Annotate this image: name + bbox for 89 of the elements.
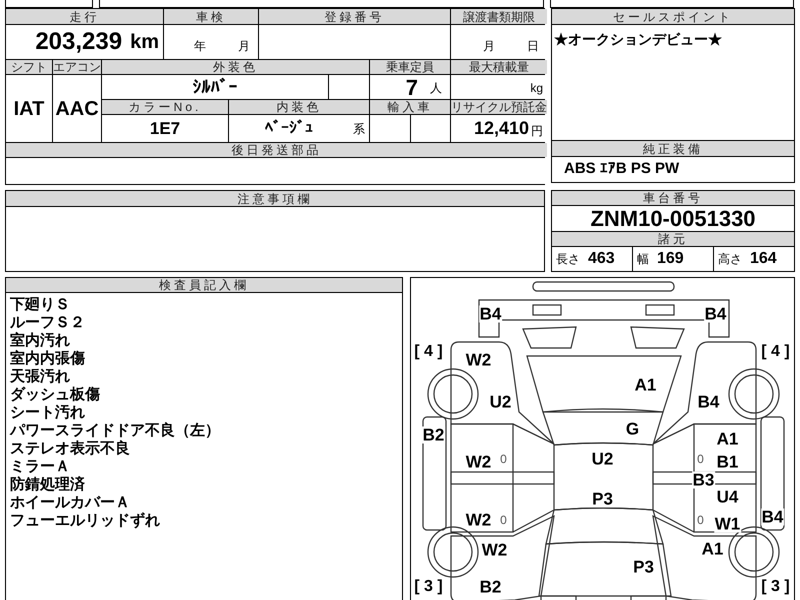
column-header: 外装色 (102, 60, 369, 74)
inspector-note: ミラーＡ (10, 458, 70, 476)
sales-point-text: ★オークションデビュー★ (554, 30, 722, 49)
recycle-fee-value: 12,410 (474, 117, 529, 140)
capacity-value: 7 (406, 74, 418, 101)
spec-value: 164 (750, 249, 777, 269)
damage-code: B4 (704, 306, 728, 322)
column-header: リサイクル預託金 (451, 100, 547, 114)
inspector-note: シート汚れ (10, 404, 85, 422)
column-header: 諸元 (552, 232, 794, 246)
spec-label: 幅 (637, 251, 649, 268)
unit-label: 人 (430, 80, 442, 97)
inspector-note: フューエルリッドずれ (10, 512, 160, 530)
inspector-note: 下廻りＳ (10, 296, 70, 314)
inspector-note: ホイールカバーＡ (10, 494, 130, 512)
damage-code: 0 (500, 514, 507, 526)
damage-code: A1 (634, 376, 658, 394)
unit-label: 月 (238, 38, 250, 55)
damage-code: B1 (716, 454, 740, 470)
tire-rating: [ 3 ] (414, 579, 443, 595)
damage-code: U2 (488, 394, 512, 410)
column-header: エアコン (53, 60, 101, 74)
damage-code: B3 (692, 472, 716, 488)
damage-code: A1 (716, 430, 740, 448)
column-header: 走行 (6, 9, 163, 24)
mileage-value: 203,239 (35, 27, 122, 57)
damage-code: U2 (590, 450, 614, 468)
damage-code: U4 (716, 488, 740, 506)
damage-code: W1 (714, 516, 742, 532)
inspector-note: 防錆処理済 (10, 476, 85, 494)
inspector-note: 室内汚れ (10, 332, 70, 350)
unit-label: kg (530, 80, 543, 97)
column-header: セールスポイント (552, 9, 794, 24)
damage-code: B4 (478, 306, 502, 322)
column-header: 純正装備 (552, 141, 794, 156)
inspector-note: ダッシュ板傷 (10, 386, 100, 404)
column-header: シフト (6, 60, 52, 74)
damage-code: B4 (760, 508, 784, 526)
damage-code: W2 (464, 512, 492, 528)
shift-value: IAT (14, 96, 44, 122)
column-header: 車検 (164, 9, 258, 24)
tire-rating: [ 4 ] (414, 344, 443, 360)
tire-rating: [ 4 ] (761, 344, 790, 360)
damage-code: W2 (464, 352, 492, 368)
aircon-value: AAC (55, 96, 99, 122)
exterior-color-value: ｼﾙﾊﾞｰ (192, 76, 238, 98)
inspector-note: ステレオ表示不良 (10, 440, 130, 458)
unit-label: km (130, 30, 159, 55)
column-header: 車台番号 (552, 191, 794, 205)
damage-code: 0 (697, 514, 704, 526)
damage-code: W2 (464, 454, 492, 470)
spec-label: 長さ (556, 251, 580, 268)
unit-label: 日 (527, 38, 539, 55)
unit-label: 系 (353, 120, 365, 138)
column-header: 乗車定員 (370, 60, 450, 74)
column-header: カラーNo. (102, 100, 228, 114)
damage-code: 0 (500, 453, 507, 465)
unit-label: 円 (531, 123, 543, 140)
damage-code: P3 (632, 558, 655, 576)
unit-label: 月 (483, 38, 495, 55)
column-header: 注意事項欄 (6, 191, 544, 206)
column-header: 最大積載量 (451, 60, 547, 74)
unit-label: 年 (194, 38, 206, 55)
column-header: 後日発送部品 (6, 143, 547, 157)
chassis-number: ZNM10-0051330 (590, 205, 756, 233)
inspector-note: パワースライドドア不良（左） (10, 422, 220, 440)
inspector-note: ルーフＳ２ (10, 314, 85, 332)
damage-code: G (624, 420, 640, 438)
spec-label: 高さ (718, 251, 742, 268)
spec-value: 169 (657, 249, 684, 269)
column-header: 輸入車 (370, 100, 450, 114)
interior-color-value: ﾍﾞｰｼﾞｭ (265, 118, 313, 138)
damage-code: B4 (696, 394, 720, 410)
color-number-value: 1E7 (150, 118, 180, 140)
damage-code: A1 (700, 540, 724, 558)
inspector-note: 天張汚れ (10, 368, 70, 386)
column-header: 内装色 (229, 100, 369, 114)
damage-code: P3 (591, 490, 614, 508)
damage-code: W2 (480, 542, 508, 558)
tire-rating: [ 3 ] (761, 579, 790, 595)
damage-code: 0 (697, 453, 704, 465)
column-header: 登録番号 (259, 9, 450, 24)
equipment-value: ABS ｴｱB PS PW (564, 159, 680, 180)
column-header: 検査員記入欄 (6, 278, 402, 292)
spec-value: 463 (588, 249, 615, 269)
damage-code: B2 (478, 578, 502, 596)
inspector-note: 室内内張傷 (10, 350, 85, 368)
column-header: 譲渡書類期限 (451, 9, 547, 24)
damage-code: B2 (422, 426, 446, 444)
